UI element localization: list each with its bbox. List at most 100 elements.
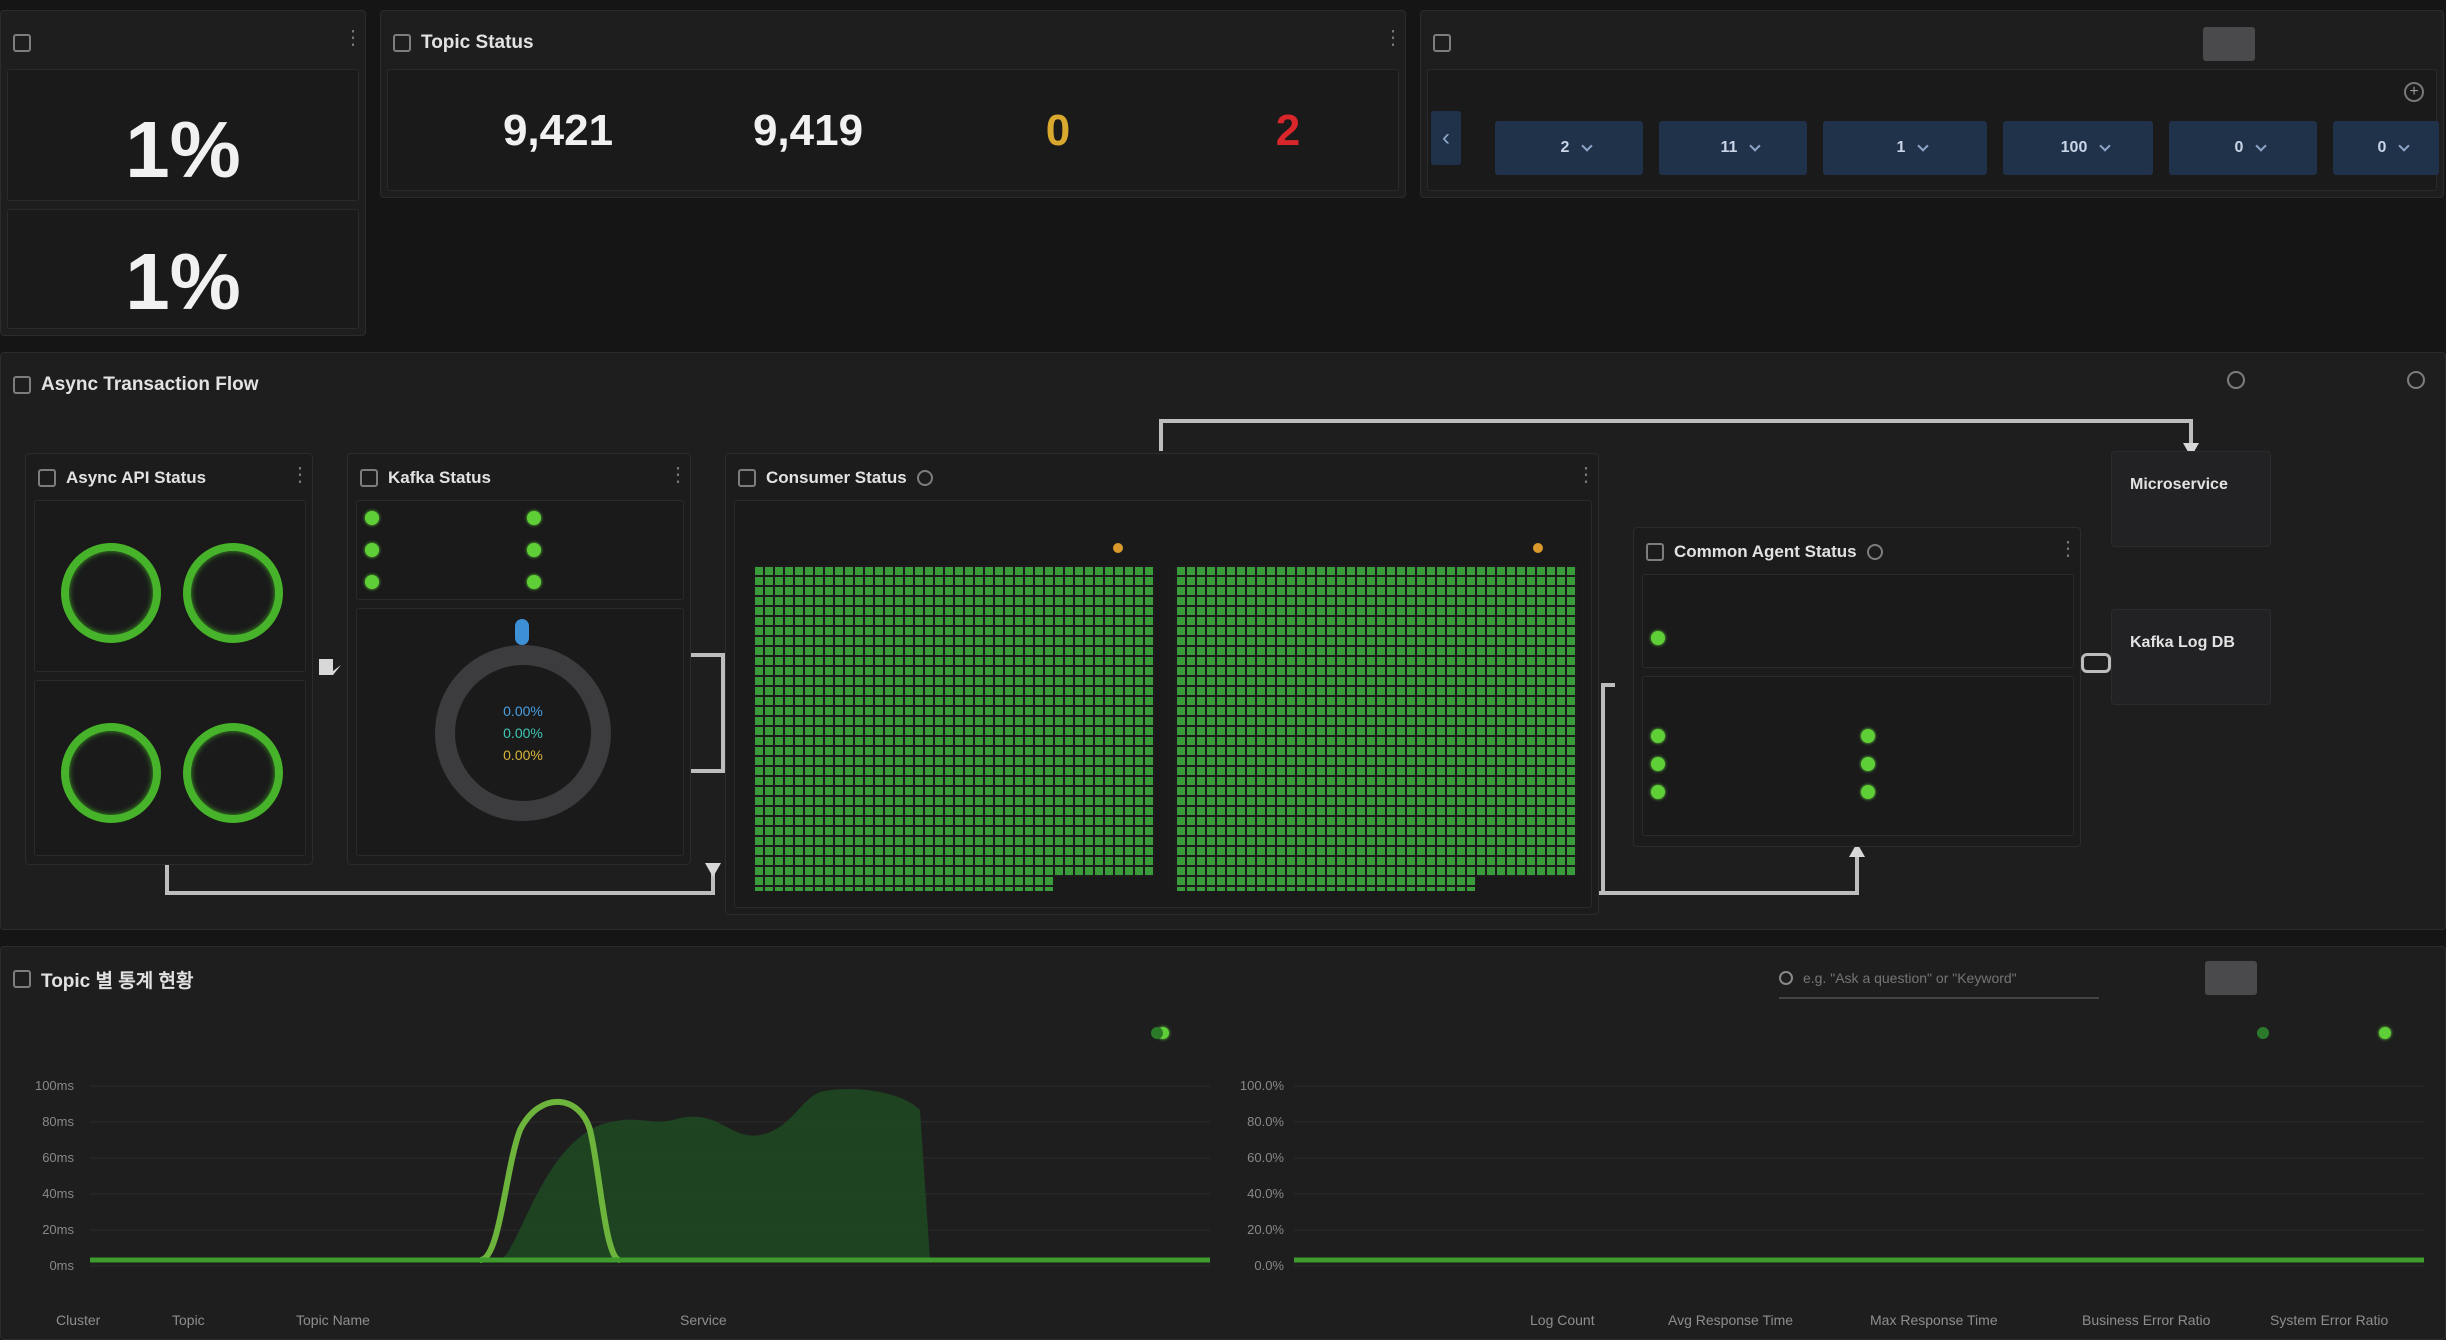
pill[interactable]: 0 [2169,121,2317,175]
metric-value: 9,421 [502,106,614,155]
y-tick-label: 100ms [34,1078,74,1093]
stat-value: 1% [125,105,241,194]
time-option[interactable] [2261,27,2313,61]
list-icon [393,34,411,52]
plus-icon[interactable]: + [2404,82,2424,102]
consumer-status-panel: Consumer Status ⋮ [725,453,1599,915]
top-right-panel: + ‹ 2 11 1 100 0 0 [1420,10,2444,198]
async-api-panel: Async API Status ⋮ [25,453,313,865]
search-box[interactable] [1779,959,2099,999]
chevron-down-icon [2255,140,2268,152]
info-icon[interactable] [1866,544,1883,560]
microservice-node[interactable]: Microservice [2111,451,2271,547]
stat-value: 1% [125,237,241,326]
api-icon [38,469,56,487]
y-tick-label: 60ms [42,1150,74,1165]
kafka-topic-item [365,543,387,557]
topic-status-title: Topic Status [393,25,534,61]
y-tick-label: 80ms [42,1114,74,1129]
status-dot-icon [527,575,541,589]
y-tick-label: 20ms [42,1222,74,1237]
column-header[interactable]: Topic Name [296,1312,370,1328]
kafka-topic-item [527,543,549,557]
time-option[interactable] [2377,27,2429,61]
kafka-status-title: Kafka Status [360,460,491,496]
kafka-topic-item [527,575,549,589]
time-option[interactable] [2319,27,2371,61]
agent-item [1651,757,1673,771]
pill[interactable]: 1 [1823,121,1987,175]
status-ring [183,723,283,823]
status-dot-icon [527,543,541,557]
column-header[interactable]: Avg Response Time [1668,1312,1793,1328]
status-dot-icon [1651,785,1665,799]
left-chart [90,1085,1210,1267]
agent-status-title: Common Agent Status [1646,534,1883,570]
column-header[interactable]: Service [680,1312,727,1328]
consumer-icon [738,469,756,487]
search-input[interactable] [1803,970,2083,986]
consumer-grid-left [753,565,1155,891]
more-menu-icon[interactable]: ⋮ [668,465,688,490]
time-option[interactable] [2321,961,2373,995]
more-menu-icon[interactable]: ⋮ [2058,539,2078,564]
topic-metrics: 9,421 9,419 0 2 [387,69,1399,191]
column-header[interactable]: Topic [172,1312,205,1328]
kafka-topic-item [365,575,387,589]
time-range-selector [2203,27,2429,61]
pill[interactable]: 0 [2333,121,2439,175]
agent-item [1861,785,1883,799]
more-menu-icon[interactable]: ⋮ [1383,28,1403,53]
grid-gap [1053,877,1155,891]
db-connector-icon [2081,653,2111,673]
time-option[interactable] [2379,961,2431,995]
scroll-left-button[interactable]: ‹ [1431,111,1461,165]
pill[interactable]: 11 [1659,121,1807,175]
column-header[interactable]: Log Count [1530,1312,1595,1328]
donut-value: 0.00% [503,725,543,741]
column-header[interactable]: System Error Ratio [2270,1312,2388,1328]
donut-value: 0.00% [503,703,543,719]
kafka-icon [360,469,378,487]
status-ring [61,723,161,823]
column-header[interactable]: Cluster [56,1312,100,1328]
agent-group [1642,676,2074,836]
kafka-log-db-node[interactable]: Kafka Log DB [2111,609,2271,705]
y-tick-label: 20.0% [1247,1222,1284,1237]
more-menu-icon[interactable]: ⋮ [1576,465,1596,490]
chevron-down-icon [1581,140,1594,152]
column-header[interactable]: Business Error Ratio [2082,1312,2210,1328]
status-dot-icon [365,575,379,589]
status-dot-icon [1861,757,1875,771]
donut-value: 0.00% [503,747,543,763]
status-dot-icon [1651,631,1665,645]
grid-gap [1475,877,1577,891]
time-option[interactable] [2263,961,2315,995]
top-right-title [1433,25,1461,61]
more-menu-icon[interactable]: ⋮ [290,465,310,490]
kafka-topic-item [365,511,387,525]
metric: 9,421 [448,100,668,156]
y-tick-label: 80.0% [1247,1114,1284,1129]
gauge-icon [13,34,31,52]
agent-item [1651,631,1673,645]
metric: 2 [1198,100,1378,156]
pill[interactable]: 2 [1495,121,1643,175]
time-range-selector [2205,961,2431,995]
more-menu-icon[interactable]: ⋮ [343,28,363,53]
agent-item [1861,729,1883,743]
time-option[interactable] [2203,27,2255,61]
status-dot-icon [527,511,541,525]
pill[interactable]: 100 [2003,121,2153,175]
status-dot-icon [1861,729,1875,743]
status-dot-icon [365,511,379,525]
y-tick-label: 40ms [42,1186,74,1201]
area-series [500,1089,930,1260]
metric-value: 9,419 [752,106,864,155]
time-option[interactable] [2205,961,2257,995]
api-group [34,680,306,856]
server-icon [1433,34,1451,52]
y-tick-label: 60.0% [1247,1150,1284,1165]
info-icon[interactable] [916,470,933,486]
column-header[interactable]: Max Response Time [1870,1312,1998,1328]
